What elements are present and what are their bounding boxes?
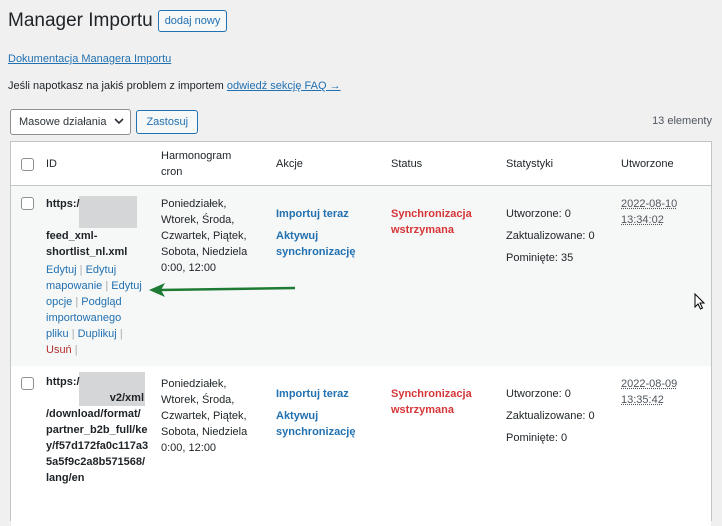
stat-created: Utworzone: 0	[506, 208, 571, 220]
schedule-text: Poniedziałek, Wtorek, Środa, Czwartek, P…	[161, 198, 248, 274]
import-id-line: 5a5f9c2a8b571568/	[46, 456, 146, 468]
column-id[interactable]: ID	[46, 156, 57, 172]
edit-options-link[interactable]: opcje	[46, 296, 72, 308]
preview-link[interactable]: pliku	[46, 328, 69, 340]
schedule-text: Poniedziałek, Wtorek, Środa, Czwartek, P…	[161, 378, 248, 454]
stat-skipped: Pominięte: 0	[506, 432, 568, 444]
column-schedule[interactable]: Harmonogram cron	[161, 148, 231, 180]
add-new-button[interactable]: dodaj nowy	[157, 10, 228, 32]
stats: Utworzone: 0 Zaktualizowane: 0 Pominięte…	[506, 386, 595, 446]
row-actions: Edytuj | Edytuj mapowanie | Edytuj opcje…	[46, 264, 142, 356]
column-created[interactable]: Utworzone	[621, 156, 674, 172]
import-id[interactable]: https:/ feed_xml- shortlist_nl.xml	[46, 196, 127, 260]
created-date: 2022-08-10 13:34:02	[621, 198, 678, 226]
import-id-line: y/f57d172fa0c117a3	[46, 440, 149, 452]
stats: Utworzone: 0 Zaktualizowane: 0 Pominięte…	[506, 206, 595, 266]
created-date: 2022-08-09 13:35:42	[621, 378, 678, 406]
bulk-actions-select[interactable]: Masowe działania	[10, 109, 132, 135]
mouse-cursor-icon	[694, 293, 706, 310]
import-id-line: /download/format/	[46, 408, 141, 420]
row-checkbox[interactable]	[21, 197, 34, 210]
import-id-line: v2/xml	[109, 392, 144, 404]
stat-updated: Zaktualizowane: 0	[506, 410, 595, 422]
column-status: Status	[391, 158, 423, 170]
faq-link[interactable]: odwiedź sekcję FAQ →	[227, 80, 341, 92]
table-row: https:/ feed_xml- shortlist_nl.xml Edytu…	[11, 186, 711, 366]
column-schedule-line1: Harmonogram	[161, 150, 232, 162]
preview-link[interactable]: importowanego	[46, 312, 121, 324]
preview-link[interactable]: Podgląd	[81, 296, 121, 308]
sync-actions: Importuj teraz Aktywuj synchronizację	[276, 206, 355, 260]
apply-button[interactable]: Zastosuj	[136, 110, 199, 134]
edit-mapping-link[interactable]: Edytuj	[86, 264, 117, 276]
column-schedule-line2: cron	[161, 166, 183, 178]
edit-link[interactable]: Edytuj	[46, 264, 77, 276]
bulk-actions-value: Masowe działania	[19, 116, 107, 128]
status-badge: Synchronizacja wstrzymana	[391, 388, 472, 416]
sync-actions: Importuj teraz Aktywuj synchronizację	[276, 386, 355, 440]
import-id[interactable]: https:/ v2/xml /download/format/ partner…	[46, 374, 148, 486]
import-id-line: lang/en	[46, 472, 85, 484]
bulk-actions-bar: Masowe działania Zastosuj	[10, 109, 199, 135]
activate-sync-link[interactable]: Aktywuj synchronizację	[276, 228, 355, 260]
table-row: https:/ v2/xml /download/format/ partner…	[11, 366, 711, 526]
select-all-checkbox[interactable]	[21, 158, 34, 171]
status-badge: Synchronizacja wstrzymana	[391, 208, 472, 236]
edit-options-link[interactable]: Edytuj	[111, 280, 142, 292]
import-id-line: shortlist_nl.xml	[46, 246, 128, 258]
import-now-link[interactable]: Importuj teraz	[276, 386, 355, 402]
edit-mapping-link[interactable]: mapowanie	[46, 280, 102, 292]
documentation-link[interactable]: Dokumentacja Managera Importu	[8, 53, 171, 65]
faq-notice: Jeśli napotkasz na jakiś problem z impor…	[8, 80, 341, 92]
items-count: 13 elementy	[652, 115, 712, 127]
stat-created: Utworzone: 0	[506, 388, 571, 400]
import-id-line: partner_b2b_full/ke	[46, 424, 148, 436]
column-actions: Akcje	[276, 158, 303, 170]
import-now-link[interactable]: Importuj teraz	[276, 206, 355, 222]
faq-text: Jeśli napotkasz na jakiś problem z impor…	[8, 80, 227, 92]
import-id-line: https:/	[46, 376, 80, 388]
page-header: Manager Importu dodaj nowy	[8, 10, 228, 32]
column-stats: Statystyki	[506, 158, 554, 170]
duplicate-link[interactable]: Duplikuj	[78, 328, 117, 340]
annotation-arrow-icon	[149, 283, 296, 297]
imports-table: ID Harmonogram cron Akcje Status Statyst…	[10, 141, 712, 526]
row-checkbox[interactable]	[21, 377, 34, 390]
page-title: Manager Importu	[8, 10, 153, 31]
import-id-line: https:/	[46, 198, 80, 210]
stat-updated: Zaktualizowane: 0	[506, 230, 595, 242]
table-header: ID Harmonogram cron Akcje Status Statyst…	[11, 142, 711, 186]
stat-skipped: Pominięte: 35	[506, 252, 574, 264]
activate-sync-link[interactable]: Aktywuj synchronizację	[276, 408, 355, 440]
delete-link[interactable]: Usuń	[46, 344, 72, 356]
chevron-down-icon	[114, 117, 125, 128]
import-id-line: feed_xml-	[46, 230, 98, 242]
